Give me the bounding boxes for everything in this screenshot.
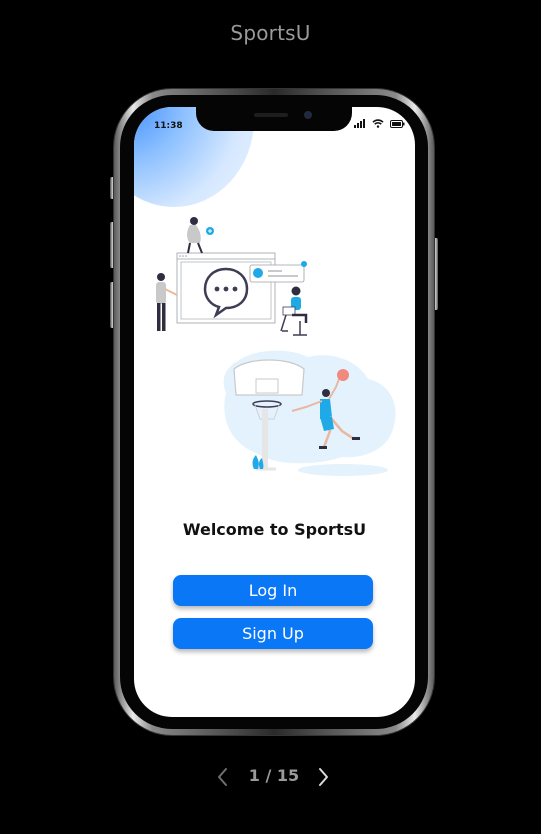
welcome-heading: Welcome to SportsU [182,520,367,539]
status-icons [354,119,405,128]
cellular-signal-icon [354,119,365,128]
app-title: SportsU [230,21,311,45]
basketball-illustration [223,350,396,476]
page-indicator: 1 / 15 [248,766,300,785]
wifi-icon [372,119,384,128]
speaker [254,113,288,117]
chat-illustration [156,217,308,336]
phone-screen: 11:38 Welcome to SportsU Log In Sign Up [134,107,415,717]
chevron-right-icon[interactable] [314,766,332,788]
notch [196,107,352,131]
chevron-left-icon[interactable] [214,766,232,788]
camera-icon [304,111,312,119]
login-button[interactable]: Log In [173,575,373,606]
pagination: 1 / 15 [0,764,541,788]
battery-icon [390,119,405,128]
status-time: 11:38 [154,121,183,131]
preview-page: SportsU 11:38 Welcome to SportsU Log In … [0,0,541,834]
signup-button[interactable]: Sign Up [173,618,373,649]
